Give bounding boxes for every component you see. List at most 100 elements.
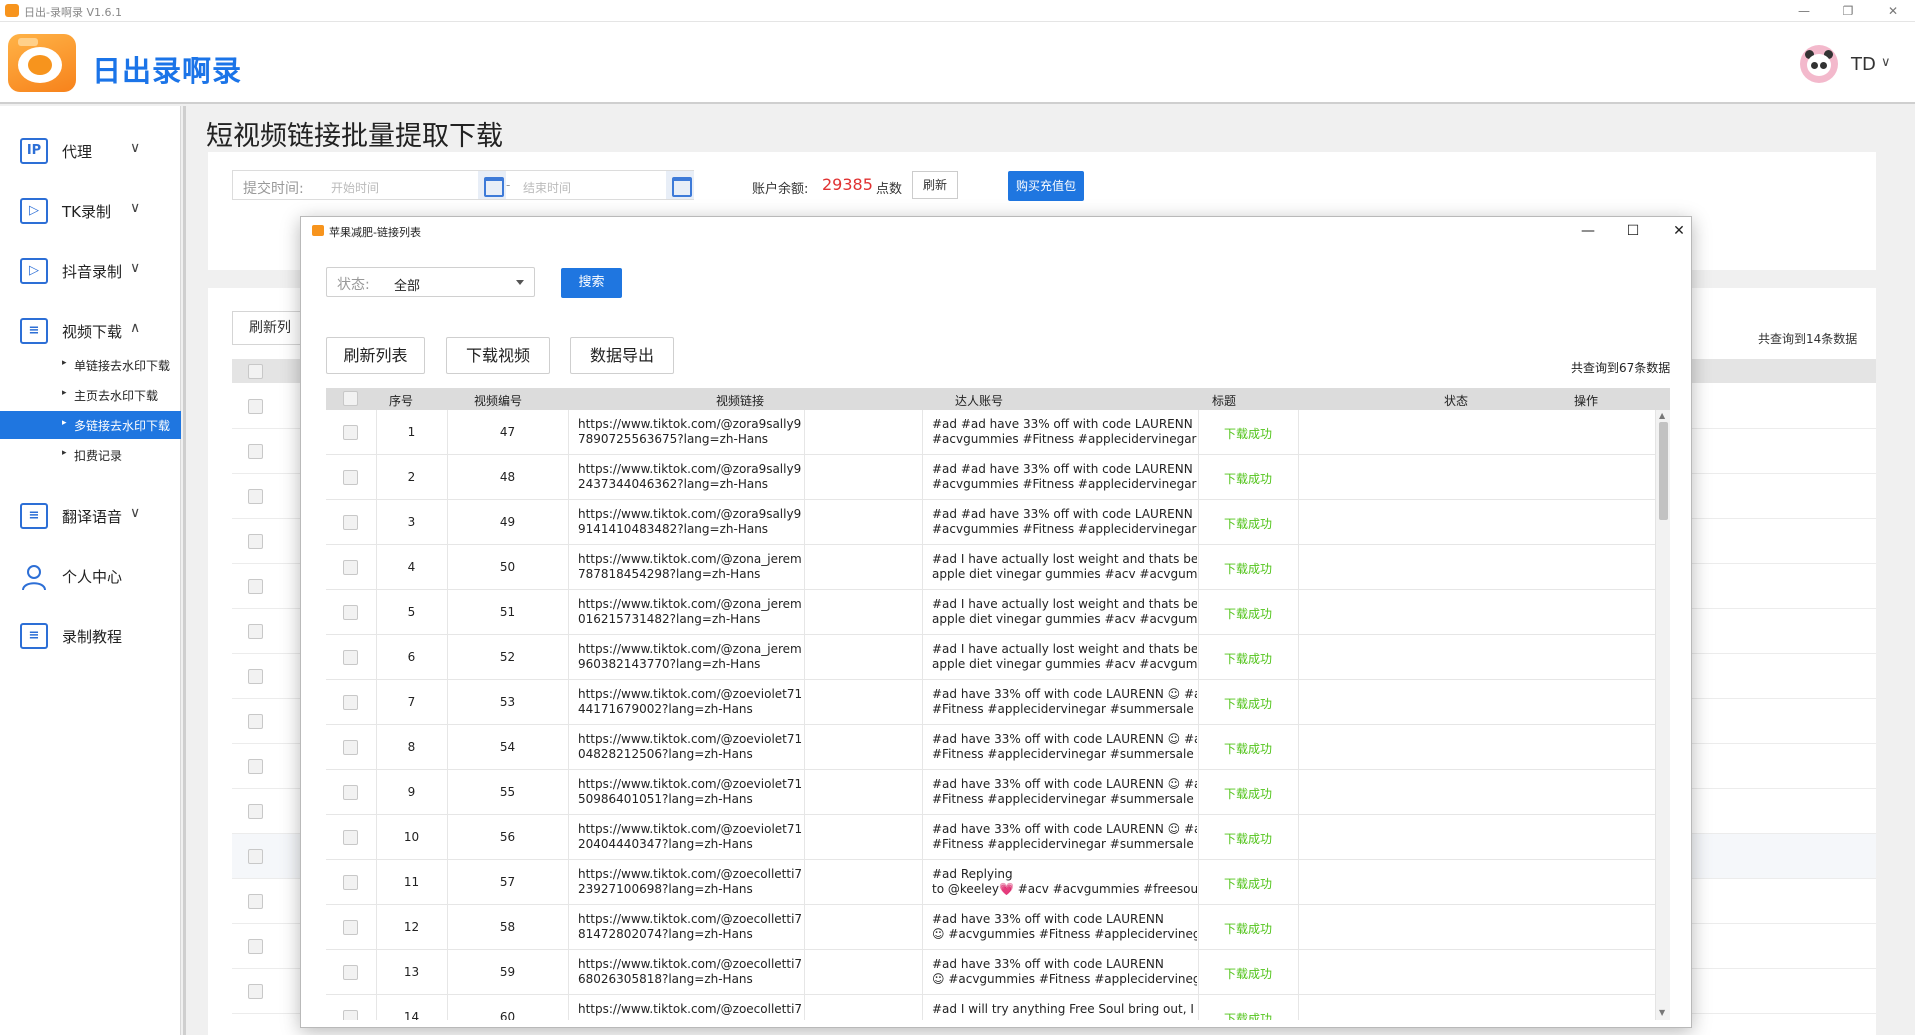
table-row[interactable]: 11 57 https://www.tiktok.com/@zoecolletti7… bbox=[326, 860, 1655, 905]
row-checkbox[interactable] bbox=[343, 515, 358, 530]
sidebar-item-translate-voice[interactable]: ≡ 翻译语音 ∨ bbox=[0, 495, 181, 535]
dialog-close-button[interactable]: ✕ bbox=[1667, 221, 1691, 241]
row-checkbox[interactable] bbox=[248, 984, 263, 999]
table-row[interactable]: 9 55 https://www.tiktok.com/@zoeviolet71/v… bbox=[326, 770, 1655, 815]
row-video-link[interactable]: https://www.tiktok.com/@zora9sally999/vi… bbox=[578, 507, 802, 537]
row-checkbox[interactable] bbox=[343, 560, 358, 575]
row-video-link[interactable]: https://www.tiktok.com/@zoecolletti7/vid… bbox=[578, 867, 802, 897]
sidebar-item-douyin-record[interactable]: ▷ 抖音录制 ∨ bbox=[0, 250, 181, 290]
table-row[interactable]: 7 53 https://www.tiktok.com/@zoeviolet71/v… bbox=[326, 680, 1655, 725]
row-checkbox[interactable] bbox=[343, 965, 358, 980]
row-video-link[interactable]: https://www.tiktok.com/@zona_jeremy/vide… bbox=[578, 597, 802, 627]
row-checkbox[interactable] bbox=[248, 759, 263, 774]
table-row[interactable]: 8 54 https://www.tiktok.com/@zoeviolet71/v… bbox=[326, 725, 1655, 770]
row-checkbox[interactable] bbox=[343, 740, 358, 755]
sidebar-item-tk-record[interactable]: ▷ TK录制 ∨ bbox=[0, 190, 181, 230]
user-avatar[interactable] bbox=[1800, 45, 1838, 83]
row-checkbox[interactable] bbox=[343, 695, 358, 710]
row-checkbox[interactable] bbox=[248, 444, 263, 459]
status-select[interactable]: 状态: 全部 bbox=[326, 267, 535, 297]
row-checkbox[interactable] bbox=[343, 425, 358, 440]
row-video-link[interactable]: https://www.tiktok.com/@zoeviolet71/vide… bbox=[578, 777, 802, 807]
row-checkbox[interactable] bbox=[343, 920, 358, 935]
table-row[interactable]: 5 51 https://www.tiktok.com/@zona_jeremy/v… bbox=[326, 590, 1655, 635]
row-checkbox[interactable] bbox=[248, 489, 263, 504]
table-row[interactable]: 6 52 https://www.tiktok.com/@zona_jeremy/v… bbox=[326, 635, 1655, 680]
date-range-picker[interactable]: 提交时间: 开始时间 - 结束时间 bbox=[232, 170, 694, 200]
sidebar-item-video-download[interactable]: ≡ 视频下载 ∧ bbox=[0, 310, 181, 350]
row-checkbox[interactable] bbox=[343, 605, 358, 620]
row-status: 下载成功 bbox=[1223, 742, 1272, 756]
row-checkbox[interactable] bbox=[248, 894, 263, 909]
balance-unit: 点数 bbox=[876, 182, 903, 197]
row-checkbox[interactable] bbox=[248, 804, 263, 819]
row-checkbox[interactable] bbox=[343, 830, 358, 845]
table-row[interactable]: 1 47 https://www.tiktok.com/@zora9sally999… bbox=[326, 410, 1655, 455]
row-checkbox[interactable] bbox=[343, 470, 358, 485]
calendar-icon[interactable] bbox=[478, 171, 506, 199]
row-checkbox[interactable] bbox=[248, 399, 263, 414]
select-all-checkbox[interactable] bbox=[248, 364, 263, 379]
search-button[interactable]: 搜索 bbox=[561, 268, 622, 298]
refresh-balance-button[interactable]: 刷新 bbox=[912, 171, 958, 199]
row-checkbox[interactable] bbox=[248, 714, 263, 729]
row-video-link[interactable]: https://www.tiktok.com/@zoeviolet71/vide… bbox=[578, 687, 802, 717]
row-checkbox[interactable] bbox=[248, 624, 263, 639]
row-video-link[interactable]: https://www.tiktok.com/@zora9sally999/vi… bbox=[578, 417, 802, 447]
row-checkbox[interactable] bbox=[343, 875, 358, 890]
sidebar-subitem-homepage[interactable]: ▸ 主页去水印下载 bbox=[0, 381, 181, 409]
row-video-link[interactable]: https://www.tiktok.com/@zora9sally999/vi… bbox=[578, 462, 802, 492]
sidebar-item-proxy[interactable]: IP 代理 ∨ bbox=[0, 130, 181, 170]
row-checkbox[interactable] bbox=[248, 939, 263, 954]
row-video-id: 60 bbox=[499, 1010, 516, 1020]
row-video-link[interactable]: https://www.tiktok.com/@zoecolletti7/vid… bbox=[578, 1002, 802, 1017]
sidebar-subitem-deduction-record[interactable]: ▸ 扣费记录 bbox=[0, 441, 181, 469]
sidebar-subitem-single-link[interactable]: ▸ 单链接去水印下载 bbox=[0, 351, 181, 379]
row-video-link[interactable]: https://www.tiktok.com/@zoeviolet71/vide… bbox=[578, 822, 802, 852]
calendar-icon[interactable] bbox=[666, 171, 694, 199]
dialog-maximize-button[interactable]: ☐ bbox=[1621, 221, 1645, 241]
buy-package-button[interactable]: 购买充值包 bbox=[1008, 171, 1084, 201]
row-checkbox[interactable] bbox=[343, 1010, 358, 1020]
sidebar-subitem-multi-link[interactable]: ▸ 多链接去水印下载 bbox=[0, 411, 181, 439]
row-seq: 14 bbox=[403, 1010, 420, 1020]
user-name[interactable]: TD bbox=[1851, 54, 1876, 75]
select-all-checkbox[interactable] bbox=[343, 391, 358, 406]
row-checkbox[interactable] bbox=[343, 785, 358, 800]
sidebar-item-personal-center[interactable]: 个人中心 bbox=[0, 555, 181, 595]
table-row[interactable]: 13 59 https://www.tiktok.com/@zoecolletti7… bbox=[326, 950, 1655, 995]
minimize-button[interactable]: — bbox=[1794, 2, 1814, 20]
row-checkbox[interactable] bbox=[248, 534, 263, 549]
table-row[interactable]: 14 60 https://www.tiktok.com/@zoecolletti7… bbox=[326, 995, 1655, 1020]
download-video-button[interactable]: 下载视频 bbox=[446, 337, 550, 374]
row-checkbox[interactable] bbox=[248, 579, 263, 594]
scroll-down-icon[interactable]: ▼ bbox=[1659, 1008, 1665, 1017]
scroll-thumb[interactable] bbox=[1659, 422, 1668, 520]
table-row[interactable]: 3 49 https://www.tiktok.com/@zora9sally999… bbox=[326, 500, 1655, 545]
export-data-button[interactable]: 数据导出 bbox=[570, 337, 674, 374]
row-video-id: 54 bbox=[499, 740, 516, 754]
row-video-link[interactable]: https://www.tiktok.com/@zoecolletti7/vid… bbox=[578, 912, 802, 942]
table-row[interactable]: 4 50 https://www.tiktok.com/@zona_jeremy/v… bbox=[326, 545, 1655, 590]
row-video-link[interactable]: https://www.tiktok.com/@zoecolletti7/vid… bbox=[578, 957, 802, 987]
table-row[interactable]: 10 56 https://www.tiktok.com/@zoeviolet71/… bbox=[326, 815, 1655, 860]
row-checkbox[interactable] bbox=[248, 849, 263, 864]
end-date-input[interactable]: 结束时间 bbox=[523, 179, 571, 196]
row-video-link[interactable]: https://www.tiktok.com/@zoeviolet71/vide… bbox=[578, 732, 802, 762]
table-scrollbar[interactable]: ▲ ▼ bbox=[1655, 410, 1670, 1020]
dialog-minimize-button[interactable]: — bbox=[1576, 221, 1600, 241]
table-row[interactable]: 12 58 https://www.tiktok.com/@zoecolletti7… bbox=[326, 905, 1655, 950]
row-checkbox[interactable] bbox=[248, 669, 263, 684]
row-checkbox[interactable] bbox=[343, 650, 358, 665]
row-video-link[interactable]: https://www.tiktok.com/@zona_jeremy/vide… bbox=[578, 642, 802, 672]
start-date-input[interactable]: 开始时间 bbox=[331, 179, 379, 196]
refresh-list-button[interactable]: 刷新列表 bbox=[326, 337, 425, 374]
chevron-down-icon[interactable]: ∨ bbox=[1881, 55, 1891, 70]
restore-button[interactable]: ❐ bbox=[1838, 2, 1858, 20]
scroll-up-icon[interactable]: ▲ bbox=[1659, 411, 1665, 420]
sidebar-item-tutorial[interactable]: ≡ 录制教程 bbox=[0, 615, 181, 655]
close-button[interactable]: ✕ bbox=[1883, 2, 1903, 20]
row-seq: 2 bbox=[407, 470, 416, 484]
table-row[interactable]: 2 48 https://www.tiktok.com/@zora9sally999… bbox=[326, 455, 1655, 500]
row-video-link[interactable]: https://www.tiktok.com/@zona_jeremy/vide… bbox=[578, 552, 802, 582]
